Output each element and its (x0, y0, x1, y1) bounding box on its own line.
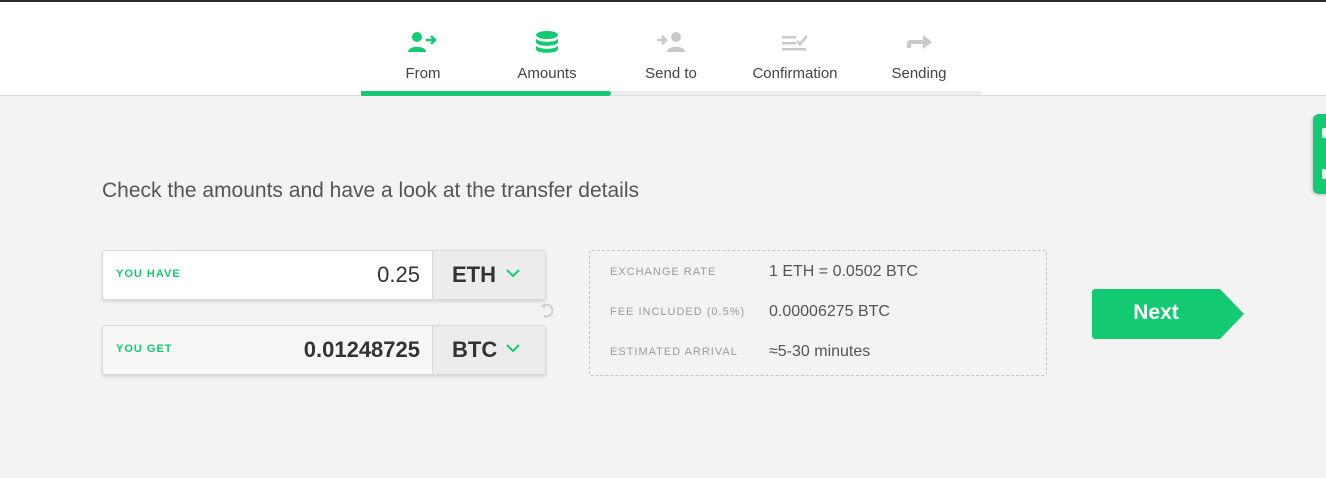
step-sending[interactable]: Sending (857, 2, 981, 95)
side-feedback-tab[interactable] (1313, 114, 1326, 194)
step-send-to-label: Send to (645, 65, 697, 82)
side-tab-mark (1322, 128, 1326, 138)
header: From Amounts Send to Confirmation Sendin… (0, 2, 1326, 96)
you-get-label: YOU GET (116, 343, 173, 355)
chevron-down-icon (506, 269, 520, 278)
step-from-label: From (405, 65, 441, 82)
arrival-value: ≈5-30 minutes (769, 343, 871, 360)
exchange-rate-value: 1 ETH = 0.0502 BTC (769, 263, 918, 280)
you-have-label: YOU HAVE (116, 268, 181, 280)
step-progress-fill (361, 91, 611, 96)
exchange-rate-label: EXCHANGE RATE (610, 266, 717, 278)
next-button[interactable]: Next (1092, 289, 1244, 339)
step-amounts[interactable]: Amounts (485, 2, 609, 95)
user-transfer-icon (408, 32, 437, 52)
send-to-user-icon (657, 32, 685, 52)
step-progress-bar (361, 91, 981, 96)
arrival-row: ESTIMATED ARRIVAL ≈5-30 minutes (610, 343, 1040, 363)
you-get-field[interactable]: YOU GET 0.01248725 BTC (102, 325, 546, 375)
checklist-icon (782, 35, 808, 51)
you-get-currency-code: BTC (452, 337, 498, 362)
you-have-amount-input[interactable]: 0.25 (377, 262, 420, 288)
side-tab-mark (1322, 169, 1326, 179)
next-button-label: Next (1133, 301, 1179, 324)
chevron-down-icon (506, 344, 520, 353)
step-amounts-label: Amounts (517, 65, 577, 82)
coins-stack-icon (536, 31, 558, 53)
step-send-to[interactable]: Send to (609, 2, 733, 95)
you-have-currency-select[interactable]: ETH (432, 251, 545, 299)
fee-label: FEE INCLUDED (0.5%) (610, 306, 746, 318)
page-title: Check the amounts and have a look at the… (102, 179, 639, 203)
you-get-amount: 0.01248725 (303, 337, 420, 362)
you-get-currency-select[interactable]: BTC (432, 326, 545, 374)
step-from[interactable]: From (361, 2, 485, 95)
you-have-currency-code: ETH (452, 262, 496, 287)
fee-row: FEE INCLUDED (0.5%) 0.00006275 BTC (610, 303, 1040, 323)
wizard-steps: From Amounts Send to Confirmation Sendin… (361, 2, 981, 95)
step-confirmation-label: Confirmation (752, 65, 838, 82)
fee-value: 0.00006275 BTC (769, 303, 890, 320)
arrow-right-icon (907, 35, 932, 49)
exchange-rate-row: EXCHANGE RATE 1 ETH = 0.0502 BTC (610, 263, 1040, 283)
transfer-details-panel: EXCHANGE RATE 1 ETH = 0.0502 BTC FEE INC… (589, 250, 1047, 376)
step-confirmation[interactable]: Confirmation (733, 2, 857, 95)
you-have-field[interactable]: YOU HAVE 0.25 ETH (102, 250, 546, 300)
step-sending-label: Sending (891, 65, 947, 82)
swap-icon[interactable] (539, 302, 555, 320)
arrival-label: ESTIMATED ARRIVAL (610, 346, 738, 358)
